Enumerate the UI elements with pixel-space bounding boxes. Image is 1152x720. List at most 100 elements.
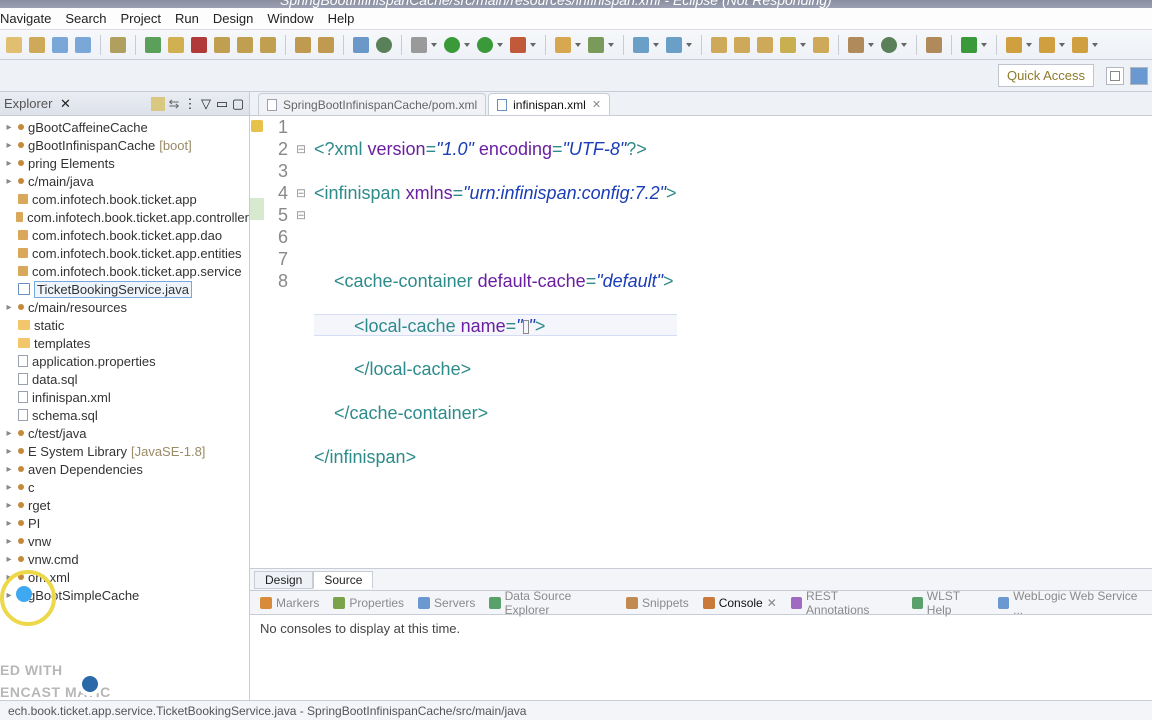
tree-item[interactable]: schema.sql — [0, 406, 249, 424]
new-icon[interactable] — [6, 37, 22, 53]
source-subtab[interactable]: Source — [313, 571, 373, 589]
tree-item[interactable]: application.properties — [0, 352, 249, 370]
open-type-icon[interactable] — [633, 37, 649, 53]
close-view-icon[interactable]: ✕ — [767, 596, 777, 610]
warning-icon[interactable] — [251, 120, 263, 132]
wand-icon[interactable] — [110, 37, 126, 53]
tree-item[interactable]: ▸c/main/java — [0, 172, 249, 190]
last-edit-icon[interactable] — [1072, 37, 1088, 53]
save-icon[interactable] — [52, 37, 68, 53]
ant-icon[interactable] — [318, 37, 334, 53]
tree-item[interactable]: data.sql — [0, 370, 249, 388]
tab-infinispan[interactable]: infinispan.xml ✕ — [488, 93, 610, 115]
stepreturn-icon[interactable] — [260, 37, 276, 53]
code-content[interactable]: <?xml version="1.0" encoding="UTF-8"?> <… — [308, 116, 677, 568]
browser-icon[interactable] — [711, 37, 727, 53]
tree-item[interactable]: ▸om.xml — [0, 568, 249, 586]
tree-item[interactable]: TicketBookingService.java — [0, 280, 249, 298]
fold3-icon[interactable] — [813, 37, 829, 53]
collapse-icon[interactable] — [151, 97, 165, 111]
run-icon[interactable] — [444, 37, 460, 53]
stepover-icon[interactable] — [237, 37, 253, 53]
coverage-icon[interactable] — [477, 37, 493, 53]
new-class-icon[interactable] — [588, 37, 604, 53]
menu-search[interactable]: Search — [65, 11, 106, 26]
watermark-line1: ED WITH — [0, 662, 63, 678]
ext-tools-icon[interactable] — [510, 37, 526, 53]
tree-item[interactable]: com.infotech.book.ticket.app — [0, 190, 249, 208]
link-editor-icon[interactable]: ⇆ — [167, 97, 181, 111]
earth-icon[interactable] — [376, 37, 392, 53]
menu-design[interactable]: Design — [213, 11, 253, 26]
quick-access-input[interactable]: Quick Access — [998, 64, 1094, 87]
perspective-java-button[interactable] — [1130, 67, 1148, 85]
tree-item[interactable]: ▸E System Library [JavaSE-1.8] — [0, 442, 249, 460]
stepinto-icon[interactable] — [214, 37, 230, 53]
tree-item[interactable]: ▸rget — [0, 496, 249, 514]
resume-icon[interactable] — [145, 37, 161, 53]
tree-item[interactable]: ▸gBootInfinispanCache [boot] — [0, 136, 249, 154]
tree-item[interactable]: ▸c — [0, 478, 249, 496]
toggle-bp-icon[interactable] — [353, 37, 369, 53]
back-icon[interactable] — [1006, 37, 1022, 53]
tab-pom[interactable]: SpringBootInfinispanCache/pom.xml — [258, 93, 486, 115]
menu-window[interactable]: Window — [267, 11, 313, 26]
new-proj-icon[interactable] — [29, 37, 45, 53]
minimize-icon[interactable]: ▭ — [215, 97, 229, 111]
view-rest-annotations[interactable]: REST Annotations — [791, 589, 898, 617]
pin-icon[interactable] — [926, 37, 942, 53]
view-snippets[interactable]: Snippets — [626, 596, 689, 610]
view-console[interactable]: Console ✕ — [703, 596, 777, 610]
tree-item[interactable]: ▸pring Elements — [0, 154, 249, 172]
debug-icon[interactable] — [411, 37, 427, 53]
saveall-icon[interactable] — [75, 37, 91, 53]
tab-label: infinispan.xml — [513, 98, 586, 112]
menu-project[interactable]: Project — [121, 11, 161, 26]
tree-item[interactable]: ▸c/main/resources — [0, 298, 249, 316]
tree-item[interactable]: com.infotech.book.ticket.app.service — [0, 262, 249, 280]
tree-item[interactable]: ▸gBootCaffeineCache — [0, 118, 249, 136]
highlight-icon[interactable] — [961, 37, 977, 53]
code-editor[interactable]: 12345678 ⊟⊟⊟ <?xml version="1.0" encodin… — [250, 116, 1152, 568]
fold2-icon[interactable] — [757, 37, 773, 53]
maximize-icon[interactable]: ▢ — [231, 97, 245, 111]
view-data-source-explorer[interactable]: Data Source Explorer — [489, 589, 612, 617]
close-tab-icon[interactable]: ✕ — [592, 98, 601, 111]
tree-item[interactable]: ▸c/test/java — [0, 424, 249, 442]
tree-item[interactable]: static — [0, 316, 249, 334]
view-weblogic-web-service-[interactable]: WebLogic Web Service ... — [998, 589, 1142, 617]
tree-item[interactable]: com.infotech.book.ticket.app.dao — [0, 226, 249, 244]
tree-item[interactable]: ▸PI — [0, 514, 249, 532]
tree-item[interactable]: ▸vnw — [0, 532, 249, 550]
new-pkg-icon[interactable] — [555, 37, 571, 53]
globe-icon[interactable] — [881, 37, 897, 53]
tree-item[interactable]: infinispan.xml — [0, 388, 249, 406]
fold1-icon[interactable] — [734, 37, 750, 53]
build-icon[interactable] — [295, 37, 311, 53]
menu-run[interactable]: Run — [175, 11, 199, 26]
tree-item[interactable]: ▸gBootSimpleCache — [0, 586, 249, 604]
tree-item[interactable]: ▸aven Dependencies — [0, 460, 249, 478]
perspective-button[interactable] — [1106, 67, 1124, 85]
tree-item[interactable]: ▸vnw.cmd — [0, 550, 249, 568]
view-servers[interactable]: Servers — [418, 596, 475, 610]
wand2-icon[interactable] — [780, 37, 796, 53]
menu-help[interactable]: Help — [328, 11, 355, 26]
tree-item[interactable]: com.infotech.book.ticket.app.controller — [0, 208, 249, 226]
open-task-icon[interactable] — [666, 37, 682, 53]
search2-icon[interactable] — [848, 37, 864, 53]
fwd-icon[interactable] — [1039, 37, 1055, 53]
tree-item[interactable]: com.infotech.book.ticket.app.entities — [0, 244, 249, 262]
fold-gutter[interactable]: ⊟⊟⊟ — [294, 116, 308, 568]
view-properties[interactable]: Properties — [333, 596, 404, 610]
view-wlst-help[interactable]: WLST Help — [912, 589, 984, 617]
stop-icon[interactable] — [191, 37, 207, 53]
pause-icon[interactable] — [168, 37, 184, 53]
view-menu-icon[interactable]: ▽ — [199, 97, 213, 111]
menu-navigate[interactable]: Navigate — [0, 11, 51, 26]
design-subtab[interactable]: Design — [254, 571, 313, 589]
close-view-icon[interactable]: ✕ — [58, 97, 72, 111]
tree-item[interactable]: templates — [0, 334, 249, 352]
view-markers[interactable]: Markers — [260, 596, 319, 610]
filter-icon[interactable]: ⋮ — [183, 97, 197, 111]
